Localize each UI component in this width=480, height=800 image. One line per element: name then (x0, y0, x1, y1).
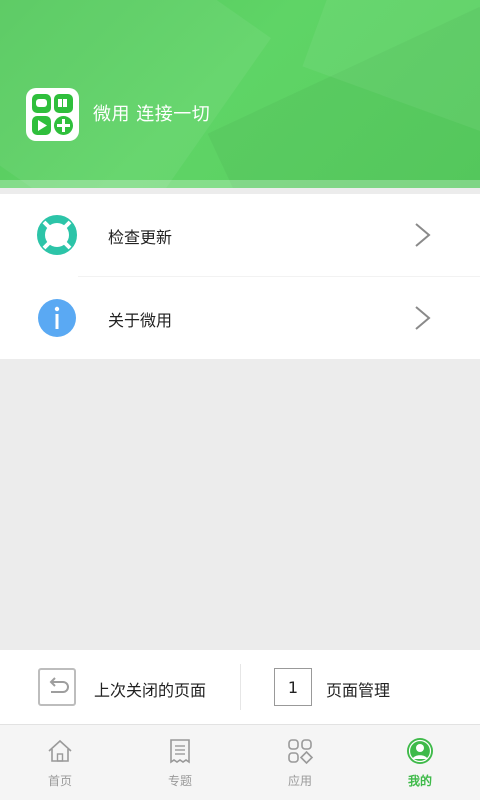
last-closed-page-button[interactable]: 上次关闭的页面 (0, 650, 240, 724)
brand-slogan: 微用 连接一切 (93, 104, 211, 125)
apps-icon (286, 737, 314, 765)
tab-apps[interactable]: 应用 (240, 725, 360, 800)
lifebuoy-icon (37, 215, 77, 255)
last-closed-page-label: 上次关闭的页面 (94, 681, 207, 700)
tab-home[interactable]: 首页 (0, 725, 120, 800)
menu-item-check-update[interactable]: 检查更新 (0, 194, 480, 277)
undo-icon (38, 668, 76, 706)
info-icon (37, 298, 77, 338)
page-manage-label: 页面管理 (326, 681, 391, 700)
tab-label: 我的 (407, 774, 432, 788)
menu-item-label: 检查更新 (108, 228, 173, 247)
profile-icon (406, 737, 434, 765)
settings-menu: 检查更新 关于微用 (0, 194, 480, 359)
menu-item-about[interactable]: 关于微用 (0, 277, 480, 359)
tab-label: 首页 (47, 774, 72, 788)
tab-label: 应用 (287, 774, 312, 788)
chevron-right-icon (410, 221, 434, 249)
menu-item-label: 关于微用 (108, 311, 173, 330)
tab-mine[interactable]: 我的 (360, 725, 480, 800)
page-manage-button[interactable]: 1 页面管理 (240, 650, 480, 724)
header-edge (0, 180, 480, 188)
tab-label: 专题 (167, 774, 192, 788)
profile-header: 微用 连接一切 (0, 0, 480, 188)
app-logo-grid-icon (26, 88, 79, 141)
home-icon (46, 737, 74, 765)
page-count-badge: 1 (274, 668, 312, 706)
document-icon (166, 737, 194, 765)
bottom-tab-bar: 首页 专题 应用 我的 (0, 724, 480, 800)
page-toolbar: 上次关闭的页面 1 页面管理 (0, 650, 480, 724)
chevron-right-icon (410, 304, 434, 332)
tab-topics[interactable]: 专题 (120, 725, 240, 800)
